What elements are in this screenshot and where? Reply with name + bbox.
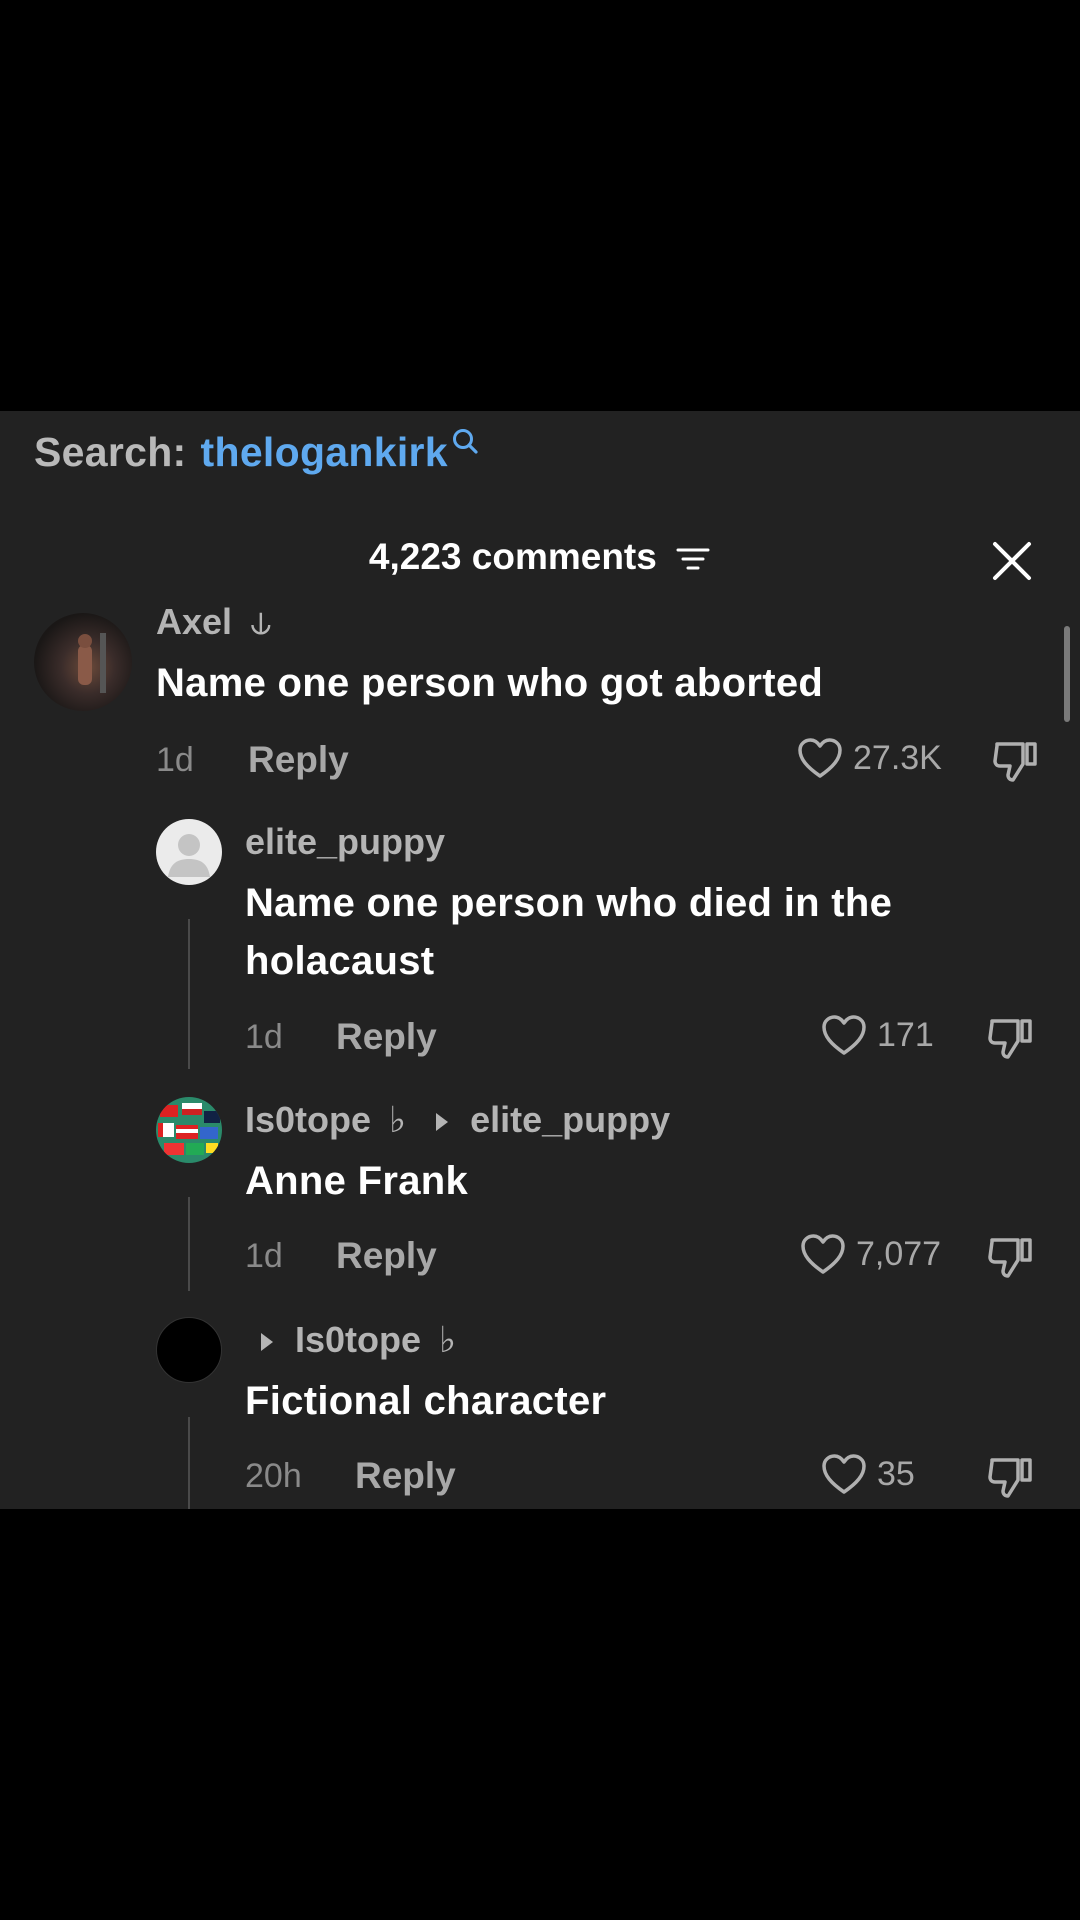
like-count: 35 <box>877 1454 915 1493</box>
search-term-link[interactable]: thelogankirk <box>201 429 448 476</box>
avatar[interactable] <box>34 613 132 711</box>
like-count: 27.3K <box>853 738 942 777</box>
default-avatar-icon <box>168 834 210 877</box>
heart-icon <box>801 1234 845 1274</box>
comment-text: Fictional character <box>245 1379 607 1423</box>
comment-time: 1d <box>245 1237 283 1275</box>
comment-username[interactable]: Is0tope ♭ elite_puppy <box>245 1099 670 1141</box>
search-icon[interactable] <box>450 427 480 461</box>
heart-icon <box>822 1454 866 1494</box>
comment-username[interactable]: Is0tope ♭ <box>245 1319 456 1361</box>
reply-to-arrow-icon <box>261 1333 273 1352</box>
comment-username[interactable]: Axel ⫝ <box>156 601 271 644</box>
username-symbol: ⫝ <box>250 601 272 642</box>
filter-icon[interactable] <box>675 544 711 574</box>
thread-line <box>188 1197 190 1291</box>
reply-button[interactable]: Reply <box>336 1235 437 1277</box>
search-label: Search: <box>34 429 187 475</box>
reply-to-username[interactable]: elite_puppy <box>470 1099 670 1140</box>
like-button[interactable]: 7,077 <box>800 1233 941 1275</box>
reply-button[interactable]: Reply <box>336 1016 437 1058</box>
reply-button[interactable]: Reply <box>355 1455 456 1497</box>
username-symbol: ♭ <box>389 1099 407 1140</box>
flags-avatar-image <box>158 1103 220 1155</box>
like-button[interactable]: 171 <box>821 1014 934 1056</box>
reply-button[interactable]: Reply <box>248 739 349 781</box>
dislike-icon[interactable] <box>987 1234 1035 1280</box>
comment-text: Name one person who died in the holacaus… <box>245 881 893 983</box>
comments-panel: Search: thelogankirk 4,223 comments Axel… <box>0 411 1080 1509</box>
comment-time: 20h <box>245 1457 302 1495</box>
username-symbol: ♭ <box>439 1319 457 1360</box>
comment-time: 1d <box>156 741 194 779</box>
comment-username[interactable]: elite_puppy <box>245 821 445 863</box>
thread-line <box>188 919 190 1069</box>
avatar[interactable] <box>156 819 222 885</box>
heart-icon <box>798 738 842 778</box>
avatar-photo <box>78 633 106 693</box>
comment-text: Anne Frank <box>245 1159 469 1203</box>
like-button[interactable]: 35 <box>821 1453 915 1495</box>
dislike-icon[interactable] <box>992 738 1040 784</box>
avatar[interactable] <box>156 1097 222 1163</box>
like-count: 7,077 <box>856 1234 942 1273</box>
thread-line <box>188 1417 190 1509</box>
like-button[interactable]: 27.3K <box>797 737 942 779</box>
scrollbar[interactable] <box>1064 626 1070 722</box>
comment-text: Name one person who got aborted <box>156 661 824 705</box>
like-count: 171 <box>877 1015 934 1054</box>
dislike-icon[interactable] <box>987 1454 1035 1500</box>
comment-count: 4,223 comments <box>368 536 657 577</box>
comments-header: 4,223 comments <box>0 536 1080 578</box>
heart-icon <box>822 1015 866 1055</box>
reply-to-arrow-icon <box>436 1113 449 1132</box>
dislike-icon[interactable] <box>987 1015 1035 1061</box>
close-icon[interactable] <box>992 541 1032 581</box>
comment-time: 1d <box>245 1018 283 1056</box>
reply-to-username[interactable]: Is0tope <box>295 1319 421 1360</box>
avatar[interactable] <box>156 1317 222 1383</box>
search-suggestion[interactable]: Search: thelogankirk <box>34 429 480 476</box>
